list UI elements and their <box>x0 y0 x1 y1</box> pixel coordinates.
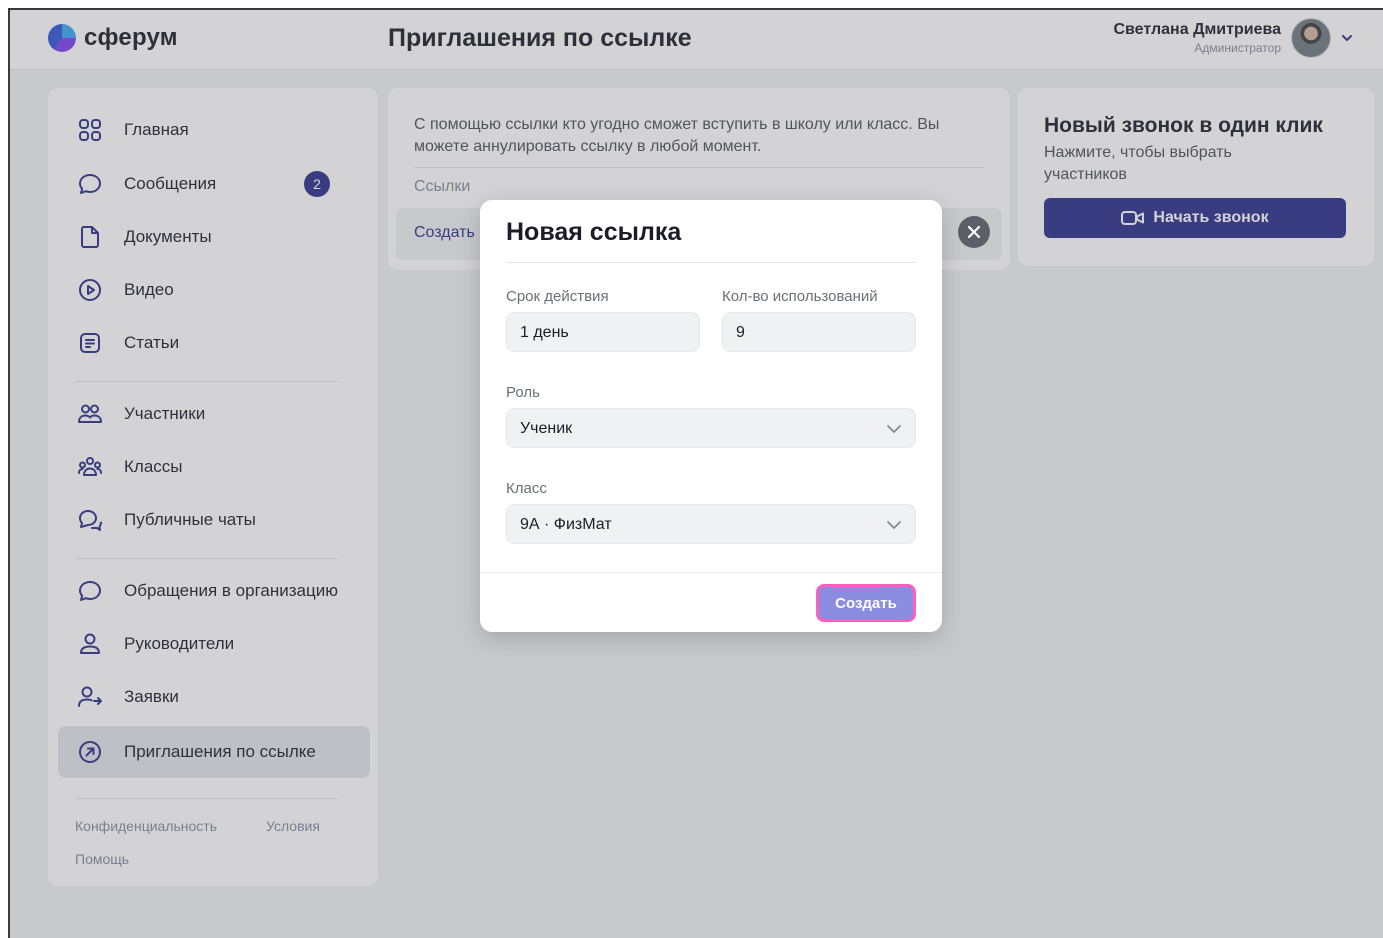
role-value: Ученик <box>520 420 573 437</box>
new-link-dialog: Новая ссылка Срок действия 1 день Кол-во… <box>480 200 942 632</box>
close-icon <box>967 225 981 239</box>
class-value: 9А · ФизМат <box>520 516 612 533</box>
dialog-title: Новая ссылка <box>506 218 682 246</box>
duration-label: Срок действия <box>506 288 609 305</box>
role-label: Роль <box>506 384 540 401</box>
class-label: Класс <box>506 480 547 497</box>
chevron-down-icon <box>887 521 901 529</box>
uses-value: 9 <box>736 324 745 341</box>
uses-label: Кол-во использований <box>722 288 878 305</box>
role-select[interactable]: Ученик <box>506 408 916 448</box>
class-select[interactable]: 9А · ФизМат <box>506 504 916 544</box>
duration-value: 1 день <box>520 324 569 341</box>
uses-field[interactable]: 9 <box>722 312 916 352</box>
screen-frame: сферум Приглашения по ссылке Светлана Дм… <box>8 8 1383 938</box>
create-button[interactable]: Создать <box>816 584 916 622</box>
close-modal-button[interactable] <box>958 216 990 248</box>
app-root: сферум Приглашения по ссылке Светлана Дм… <box>10 10 1383 938</box>
chevron-down-icon <box>887 425 901 433</box>
duration-field[interactable]: 1 день <box>506 312 700 352</box>
divider <box>506 262 916 263</box>
divider <box>480 572 942 573</box>
